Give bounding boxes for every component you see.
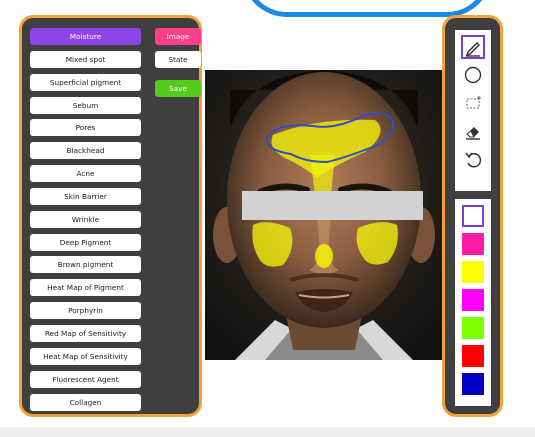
color-swatch-pink[interactable] bbox=[462, 233, 484, 255]
color-swatch-blue[interactable] bbox=[462, 373, 484, 395]
color-palette bbox=[455, 199, 491, 406]
circle-icon[interactable] bbox=[462, 64, 484, 86]
save-button[interactable]: Save bbox=[155, 80, 201, 97]
bottom-bar bbox=[0, 427, 535, 437]
state-button[interactable]: State bbox=[155, 51, 201, 68]
category-button-acne[interactable]: Acne bbox=[30, 165, 141, 183]
category-button-blackhead[interactable]: Blackhead bbox=[30, 142, 141, 160]
tools-box bbox=[455, 30, 491, 191]
image-button[interactable]: Image bbox=[155, 28, 201, 45]
analysis-category-panel: Moisture Mixed spot Superficial pigment Seb… bbox=[19, 15, 202, 417]
category-button-mixed-spot[interactable]: Mixed spot bbox=[30, 50, 141, 68]
category-button-fluorescent-agent[interactable]: Fluorescent Agent bbox=[30, 370, 141, 388]
privacy-mask bbox=[242, 191, 423, 220]
color-swatch-yellow[interactable] bbox=[462, 261, 484, 283]
pencil-icon[interactable] bbox=[461, 35, 485, 59]
category-button-collagen[interactable]: Collagen bbox=[30, 393, 141, 411]
rectangle-icon[interactable] bbox=[462, 92, 484, 114]
color-swatch-magenta[interactable] bbox=[462, 289, 484, 311]
category-button-red-map-of-sensitivity[interactable]: Red Map of Sensitivity bbox=[30, 324, 141, 342]
color-swatch-white[interactable] bbox=[462, 205, 484, 227]
category-button-moisture[interactable]: Moisture bbox=[30, 28, 141, 45]
category-button-heat-map-of-sensitivity[interactable]: Heat Map of Sensitivity bbox=[30, 347, 141, 365]
category-button-brown-pigment[interactable]: Brown pigment bbox=[30, 256, 141, 274]
color-swatch-red[interactable] bbox=[462, 345, 484, 367]
category-button-porphyrin[interactable]: Porphyrin bbox=[30, 302, 141, 320]
drawing-tools-panel bbox=[442, 15, 503, 417]
category-button-skin-barrier[interactable]: Skin Barrier bbox=[30, 187, 141, 205]
undo-icon[interactable] bbox=[462, 148, 484, 170]
category-button-deep-pigment[interactable]: Deep Pigment bbox=[30, 233, 141, 251]
category-button-superficial-pigment[interactable]: Superficial pigment bbox=[30, 73, 141, 91]
color-swatch-green[interactable] bbox=[462, 317, 484, 339]
category-list: Moisture Mixed spot Superficial pigment Seb… bbox=[30, 28, 141, 416]
category-button-pores[interactable]: Pores bbox=[30, 119, 141, 137]
category-button-wrinkle[interactable]: Wrinkle bbox=[30, 210, 141, 228]
eraser-icon[interactable] bbox=[462, 120, 484, 142]
category-button-sebum[interactable]: Sebum bbox=[30, 96, 141, 114]
category-button-heat-map-of-pigment[interactable]: Heat Map of Pigment bbox=[30, 279, 141, 297]
